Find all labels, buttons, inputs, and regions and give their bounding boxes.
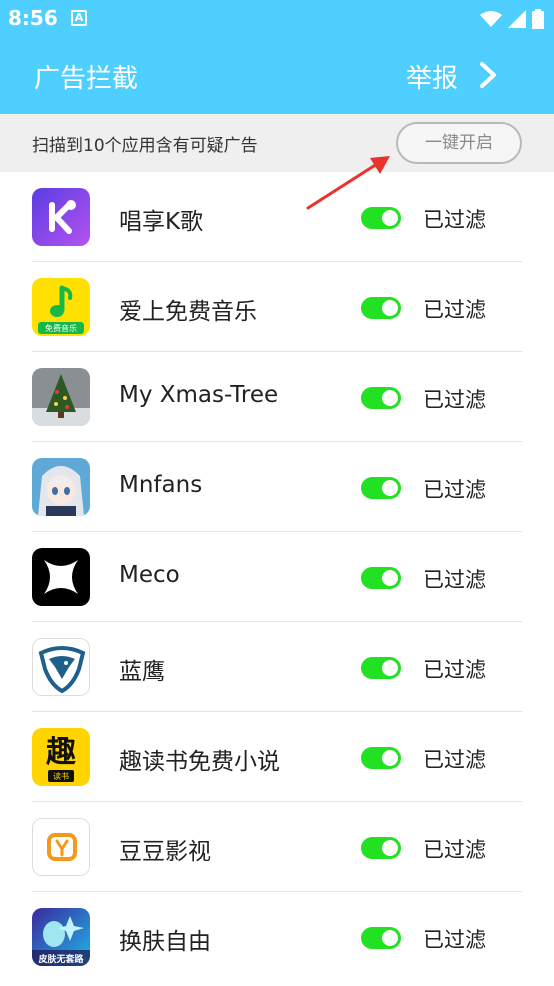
karaoke-k-icon bbox=[32, 188, 90, 246]
filter-status: 已过滤 bbox=[423, 928, 486, 952]
app-name: 唱享K歌 bbox=[119, 209, 204, 235]
app-name: Meco bbox=[119, 562, 180, 588]
filter-toggle[interactable] bbox=[361, 477, 401, 499]
app-name: 豆豆影视 bbox=[119, 839, 211, 865]
meco-star-icon bbox=[32, 548, 90, 606]
signal-icon bbox=[508, 10, 526, 28]
filter-toggle[interactable] bbox=[361, 387, 401, 409]
app-name: 换肤自由 bbox=[119, 929, 211, 955]
app-bar: 广告拦截 举报 bbox=[0, 38, 554, 114]
app-name: My Xmas-Tree bbox=[119, 382, 279, 408]
skin-game-icon: 皮肤无套路 bbox=[32, 908, 90, 966]
scan-banner: 扫描到10个应用含有可疑广告 一键开启 bbox=[0, 114, 554, 172]
list-item: 唱享K歌 已过滤 bbox=[0, 172, 554, 262]
app-list: 唱享K歌 已过滤 免费音乐 爱上免费音乐 已过滤 My Xmas-Tree 已过… bbox=[0, 172, 554, 982]
list-item: Mnfans 已过滤 bbox=[0, 442, 554, 532]
app-name: 蓝鹰 bbox=[119, 659, 165, 685]
filter-toggle[interactable] bbox=[361, 657, 401, 679]
annotation-arrow-icon bbox=[306, 156, 390, 210]
filter-status: 已过滤 bbox=[423, 298, 486, 322]
filter-status: 已过滤 bbox=[423, 658, 486, 682]
battery-icon bbox=[532, 9, 544, 29]
filter-status: 已过滤 bbox=[423, 208, 486, 232]
wifi-icon bbox=[480, 11, 502, 27]
scan-message: 扫描到10个应用含有可疑广告 bbox=[32, 136, 258, 156]
chevron-right-icon[interactable] bbox=[474, 60, 502, 90]
video-y-icon bbox=[32, 818, 90, 876]
list-item: 皮肤无套路 换肤自由 已过滤 bbox=[0, 892, 554, 982]
filter-status: 已过滤 bbox=[423, 478, 486, 502]
filter-status: 已过滤 bbox=[423, 838, 486, 862]
app-name: 爱上免费音乐 bbox=[119, 299, 257, 325]
filter-toggle[interactable] bbox=[361, 567, 401, 589]
filter-toggle[interactable] bbox=[361, 837, 401, 859]
app-name: 趣读书免费小说 bbox=[119, 749, 280, 775]
notification-a-icon: A bbox=[71, 10, 87, 26]
filter-status: 已过滤 bbox=[423, 748, 486, 772]
enable-all-button[interactable]: 一键开启 bbox=[396, 122, 522, 164]
music-note-icon: 免费音乐 bbox=[32, 278, 90, 336]
list-item: 免费音乐 爱上免费音乐 已过滤 bbox=[0, 262, 554, 352]
filter-status: 已过滤 bbox=[423, 568, 486, 592]
xmas-tree-icon bbox=[32, 368, 90, 426]
page-title: 广告拦截 bbox=[34, 64, 139, 94]
list-item: 蓝鹰 已过滤 bbox=[0, 622, 554, 712]
status-time: 8:56 bbox=[8, 6, 58, 30]
report-button[interactable]: 举报 bbox=[406, 58, 458, 95]
svg-text:读书: 读书 bbox=[53, 771, 69, 781]
anime-girl-icon bbox=[32, 458, 90, 516]
list-item: 豆豆影视 已过滤 bbox=[0, 802, 554, 892]
list-item: My Xmas-Tree 已过滤 bbox=[0, 352, 554, 442]
qu-reading-icon: 趣 读书 bbox=[32, 728, 90, 786]
list-item: Meco 已过滤 bbox=[0, 532, 554, 622]
svg-text:免费音乐: 免费音乐 bbox=[45, 323, 77, 333]
filter-status: 已过滤 bbox=[423, 388, 486, 412]
status-bar: 8:56 A bbox=[0, 0, 554, 38]
filter-toggle[interactable] bbox=[361, 747, 401, 769]
list-item: 趣 读书 趣读书免费小说 已过滤 bbox=[0, 712, 554, 802]
svg-text:趣: 趣 bbox=[46, 735, 76, 770]
system-icons bbox=[480, 9, 544, 29]
filter-toggle[interactable] bbox=[361, 927, 401, 949]
eagle-icon bbox=[32, 638, 90, 696]
app-name: Mnfans bbox=[119, 472, 203, 498]
filter-toggle[interactable] bbox=[361, 297, 401, 319]
svg-text:皮肤无套路: 皮肤无套路 bbox=[37, 953, 84, 965]
